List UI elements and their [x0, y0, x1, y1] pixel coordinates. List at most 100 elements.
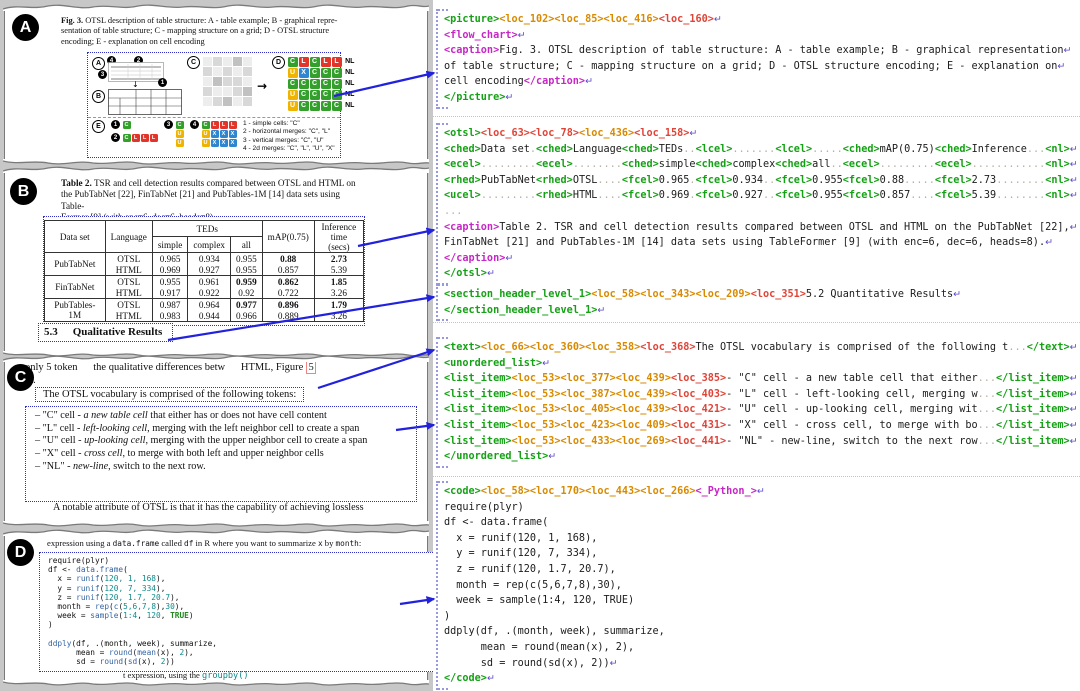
- otsl-cell-C: C: [123, 121, 131, 129]
- torn-edge-top: [3, 526, 429, 536]
- gray-grid-row: [202, 56, 252, 66]
- otsl-cell-U: U: [202, 130, 210, 138]
- code-line: month = rep(c(5,6,7,8),30),: [48, 602, 430, 611]
- subfigure-a-b: A 4 2 3: [92, 56, 182, 116]
- table-cell-value: 0.966: [231, 310, 263, 322]
- code-line: df <- data.frame(: [444, 515, 765, 531]
- table-cell-value: 0.862: [262, 276, 314, 288]
- code-line: sd = round(sd(x), 2)): [48, 657, 430, 666]
- figure-caption: Fig. 3. OTSL description of table struct…: [61, 16, 353, 47]
- subfig-label-a: A: [92, 57, 105, 70]
- code-line: <otsl><loc_63><loc_78><loc_436><loc_158>…: [444, 126, 1078, 142]
- torn-edge-bottom: [3, 680, 429, 690]
- subfig-label-c: C: [187, 56, 200, 69]
- gray-grid-cell: [243, 77, 252, 86]
- table-cell-language: HTML: [105, 310, 152, 322]
- section-title: Qualitative Results: [73, 326, 163, 338]
- gray-grid-cell: [243, 67, 252, 76]
- page-snippet-a: Fig. 3. OTSL description of table struct…: [4, 10, 428, 160]
- code-line: sd = round(sd(x), 2))↵: [444, 656, 765, 672]
- example-2-grid: CLLL: [122, 133, 158, 142]
- table-header: simple: [152, 237, 188, 253]
- example-1-2: 1 C 2 CLLL: [111, 120, 158, 142]
- list-item: – "L" cell - left-looking cell, merging …: [35, 423, 407, 436]
- torn-edge-top: [3, 163, 429, 173]
- gray-grid-row: [202, 76, 252, 86]
- right-arrow-icon: →: [257, 79, 267, 93]
- gray-grid-cell: [233, 67, 242, 76]
- gray-grid-cell: [213, 87, 222, 96]
- code-line: <ucel>.........<rhed>HTML....<fcel>0.969…: [444, 188, 1078, 204]
- example-1-grid: C: [122, 120, 131, 129]
- gray-grid-cell: [223, 97, 232, 106]
- code-line: require(plyr): [444, 500, 765, 516]
- code-line: <picture><loc_102><loc_85><loc_416><loc_…: [444, 12, 1071, 28]
- otsl-cell-C: C: [310, 57, 320, 67]
- panel-badge-c: C: [7, 364, 34, 391]
- table-cell-value: 0.857: [262, 264, 314, 276]
- table-header: Data set: [45, 221, 106, 253]
- otsl-cell-C: C: [299, 101, 309, 111]
- gray-grid-cell: [203, 67, 212, 76]
- code-line: z = runif(120, 1.7, 20.7),: [48, 593, 430, 602]
- code-line: </section_header_level_1>↵: [444, 303, 961, 319]
- nl-label: NL: [345, 102, 354, 109]
- code-line: require(plyr): [48, 556, 430, 565]
- table-cell-value: 2.73: [314, 253, 363, 265]
- list-item: – "X" cell - cross cell, to merge with b…: [35, 448, 407, 461]
- down-arrow-icon: ↓: [132, 80, 139, 89]
- example-4-grid: CLLLUXXXUXXX: [201, 120, 237, 147]
- otsl-cell-C: C: [176, 121, 184, 129]
- block-separator: [433, 116, 1080, 117]
- code-line: z = runif(120, 1.7, 20.7),: [444, 562, 765, 578]
- otsl-cell-U: U: [176, 130, 184, 138]
- subfigure-d: D CLCLLNLUXCCCNLCCCCCNLUCCCCNLUCCCCNL: [272, 56, 354, 111]
- code-line: cell encoding</caption>↵: [444, 74, 1071, 90]
- table-header: mAP(0.75): [262, 221, 314, 253]
- code-line: ddply(df, .(month, week), summarize,: [48, 639, 430, 648]
- otsl-cell-L: L: [211, 121, 219, 129]
- table-cell-value: 0.927: [188, 264, 231, 276]
- grid-row: U: [175, 129, 184, 138]
- code-line: <section_header_level_1><loc_58><loc_343…: [444, 287, 961, 303]
- block-separator: [433, 476, 1080, 477]
- gray-grid-cell: [223, 57, 232, 66]
- table-cell-value: 0.917: [152, 287, 188, 299]
- otsl-figure: A 4 2 3: [87, 52, 341, 158]
- otsl-cell-L: L: [229, 121, 237, 129]
- legend-line: 4 - 2d merges: "C", "L", "U", "X": [243, 145, 335, 153]
- otsl-cell-X: X: [220, 139, 228, 147]
- gray-grid-cell: [213, 67, 222, 76]
- grid-row: U: [175, 138, 184, 147]
- torn-edge-bottom: [3, 351, 429, 361]
- legend-line: 2 - horizontal merges: "C", "L": [243, 128, 335, 136]
- nl-label: NL: [345, 58, 354, 65]
- table-cell-value: 0.969: [152, 264, 188, 276]
- code-line: of table structure; C - mapping structur…: [444, 59, 1071, 75]
- grid-row: UXXX: [201, 138, 237, 147]
- table-cell-value: 0.955: [231, 264, 263, 276]
- torn-edge-top: [3, 1, 429, 11]
- table-cell-value: 0.983: [152, 310, 188, 322]
- otsl-cell-C: C: [321, 68, 331, 78]
- results-table-grid: Data setLanguageTEDsmAP(0.75)Inference t…: [44, 220, 364, 322]
- page-snippet-c: only 5 token the qualitative differences…: [4, 361, 428, 522]
- torn-text-line: only 5 token the qualitative differences…: [25, 362, 316, 373]
- table-header: Language: [105, 221, 152, 253]
- num-badge-2: 2: [111, 133, 120, 142]
- code-line: <caption>Fig. 3. OTSL description of tab…: [444, 43, 1071, 59]
- otsl-cell-C: C: [299, 90, 309, 100]
- code-line: ): [48, 620, 430, 629]
- otsl-cell-X: X: [211, 139, 219, 147]
- table-cell-value: 0.934: [188, 253, 231, 265]
- nl-label: NL: [345, 80, 354, 87]
- code-line: <list_item><loc_53><loc_423><loc_409><lo…: [444, 418, 1078, 434]
- gray-grid-cell: [203, 77, 212, 86]
- otsl-cell-C: C: [310, 68, 320, 78]
- torn-edge-bottom: [3, 159, 429, 169]
- figure-root: Fig. 3. OTSL description of table struct…: [0, 0, 1080, 691]
- code-line: <unordered_list>↵: [444, 356, 1078, 372]
- torn-text-line: A notable attribute of OTSL is that it h…: [39, 502, 405, 513]
- gray-grid-cell: [203, 87, 212, 96]
- otsl-cell-L: L: [150, 134, 158, 142]
